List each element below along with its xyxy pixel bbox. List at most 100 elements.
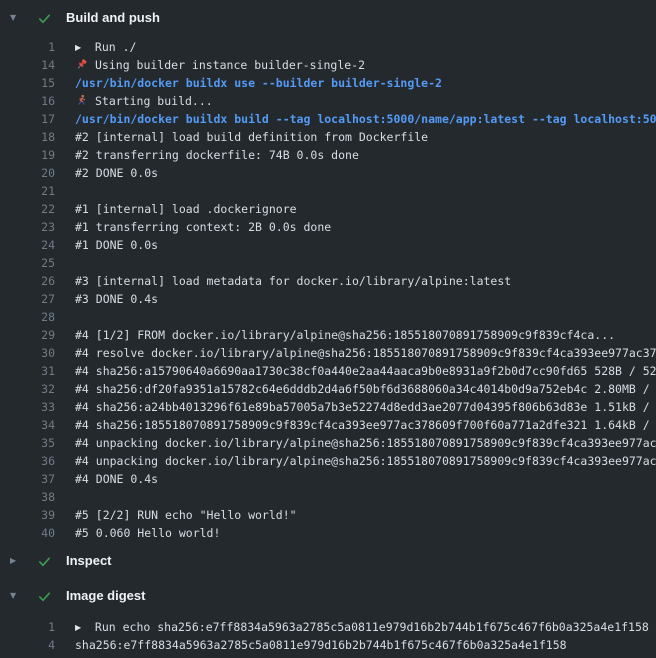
check-icon (37, 11, 52, 26)
log-line: 23 #1 transferring context: 2B 0.0s done (0, 218, 656, 236)
log-line-number[interactable]: 37 (0, 470, 55, 488)
log-line-number[interactable]: 23 (0, 218, 55, 236)
log-line: 32#4 sha256:df20fa9351a15782c64e6dddb2d4… (0, 380, 656, 398)
log-line: 28 (0, 308, 656, 326)
log-line-number[interactable]: 30 (0, 344, 55, 362)
log-line-text: ▶ Run ./ (75, 38, 136, 56)
log-line: 1 ▶ Run echo sha256:e7ff8834a5963a2785c5a… (0, 618, 656, 636)
log-line-number[interactable]: 33 (0, 398, 55, 416)
runner-icon (75, 94, 88, 107)
play-icon[interactable]: ▶ (75, 39, 88, 56)
log-line: 21 (0, 182, 656, 200)
log-line-text: #3 DONE 0.4s (75, 290, 158, 308)
chevron-down-icon: ▼ (10, 587, 22, 605)
log-line: 37#4 DONE 0.4s (0, 470, 656, 488)
check-icon (37, 554, 52, 569)
log-line-number[interactable]: 38 (0, 488, 55, 506)
log-line: 40 #5 0.060 Hello world! (0, 524, 656, 542)
log-line-number[interactable]: 26 (0, 272, 55, 290)
log-line: 29 #4 [1/2] FROM docker.io/library/alpine… (0, 326, 656, 344)
log-line-number[interactable]: 25 (0, 254, 55, 272)
section-header-image-digest[interactable]: ▼ Image digest (0, 582, 656, 610)
log-line: 16 Starting build... (0, 92, 656, 110)
log-line-number[interactable]: 39 (0, 506, 55, 524)
log-line-text: Starting build... (75, 92, 213, 110)
log-line-number[interactable]: 16 (0, 92, 55, 110)
log-line-number[interactable]: 36 (0, 452, 55, 470)
log-line-text: #4 unpacking docker.io/library/alpine@sh… (75, 452, 656, 470)
log-line-number[interactable]: 27 (0, 290, 55, 308)
log-line-text: ▶ Run echo sha256:e7ff8834a5963a2785c5a0… (75, 618, 649, 636)
log-section-inspect: ▶ Inspect (0, 547, 656, 575)
check-icon (37, 589, 52, 604)
log-line-number[interactable]: 24 (0, 236, 55, 254)
log-line-text: #4 sha256:a24bb4013296f61e89ba57005a7b3e… (75, 398, 656, 416)
log-line-number[interactable]: 19 (0, 146, 55, 164)
log-line: 39 #5 [2/2] RUN echo "Hello world!" (0, 506, 656, 524)
section-header-build-and-push[interactable]: ▼ Build and push (0, 4, 656, 32)
log-section-build-and-push: ▼ Build and push 1 ▶ Run ./ 14 Using builde… (0, 4, 656, 542)
log-line-text: #4 sha256:185518070891758909c9f839cf4ca3… (75, 416, 656, 434)
log-line: 17/usr/bin/docker buildx build --tag loc… (0, 110, 656, 128)
chevron-down-icon: ▼ (10, 9, 22, 27)
log-section-image-digest: ▼ Image digest 1 ▶ Run echo sha256:e7ff883… (0, 582, 656, 654)
log-line: 31 #4 sha256:a15790640a6690aa1730c38cf0a4… (0, 362, 656, 380)
log-line-text: /usr/bin/docker buildx use --builder bui… (75, 74, 442, 92)
log-line: 18 #2 [internal] load build definition fr… (0, 128, 656, 146)
log-line-number[interactable]: 29 (0, 326, 55, 344)
log-line-text: #2 [internal] load build definition from… (75, 128, 428, 146)
log-line-number[interactable]: 32 (0, 380, 55, 398)
log-line-number[interactable]: 1 (0, 38, 55, 56)
log-line-text: #1 DONE 0.0s (75, 236, 158, 254)
section-label: Image digest (66, 587, 145, 605)
log-line: 27 #3 DONE 0.4s (0, 290, 656, 308)
pushpin-icon (75, 58, 88, 71)
log-line-number[interactable]: 40 (0, 524, 55, 542)
log-line: 22 #1 [internal] load .dockerignore (0, 200, 656, 218)
log-line-number[interactable]: 17 (0, 110, 55, 128)
log-line: 30 #4 resolve docker.io/library/alpine@sh… (0, 344, 656, 362)
log-line-text: #4 sha256:a15790640a6690aa1730c38cf0a440… (75, 362, 656, 380)
log-line: 33 #4 sha256:a24bb4013296f61e89ba57005a7b… (0, 398, 656, 416)
log-line-text: #2 DONE 0.0s (75, 164, 158, 182)
log-line-number[interactable]: 21 (0, 182, 55, 200)
log-line-text: #4 [1/2] FROM docker.io/library/alpine@s… (75, 326, 615, 344)
log-line-number[interactable]: 4 (0, 636, 55, 654)
log-line: 1 ▶ Run ./ (0, 38, 656, 56)
log-line-text: #5 [2/2] RUN echo "Hello world!" (75, 506, 297, 524)
log-line-text: sha256:e7ff8834a5963a2785c5a0811e979d16b… (75, 636, 567, 654)
log-line-number[interactable]: 31 (0, 362, 55, 380)
log-line-number[interactable]: 22 (0, 200, 55, 218)
log-line-text: Using builder instance builder-single-2 (75, 56, 365, 74)
log-line-number[interactable]: 34 (0, 416, 55, 434)
log-line-text: #1 transferring context: 2B 0.0s done (75, 218, 331, 236)
log-line-number[interactable]: 14 (0, 56, 55, 74)
log-line-number[interactable]: 1 (0, 618, 55, 636)
log-line-number[interactable]: 28 (0, 308, 55, 326)
log-line-number[interactable]: 20 (0, 164, 55, 182)
log-line-text: #2 transferring dockerfile: 74B 0.0s don… (75, 146, 359, 164)
log-line: 19 #2 transferring dockerfile: 74B 0.0s d… (0, 146, 656, 164)
section-lines-image-digest: 1 ▶ Run echo sha256:e7ff8834a5963a2785c5a… (0, 618, 656, 654)
play-icon[interactable]: ▶ (75, 619, 88, 636)
log-line: 20 #2 DONE 0.0s (0, 164, 656, 182)
log-line-number[interactable]: 15 (0, 74, 55, 92)
log-line-number[interactable]: 35 (0, 434, 55, 452)
log-line: 15/usr/bin/docker buildx use --builder b… (0, 74, 656, 92)
log-line-number[interactable]: 18 (0, 128, 55, 146)
actions-log-viewer: ▼ Build and push1▶ Run ./14 Using builde… (0, 0, 656, 658)
log-line: 4 sha256:e7ff8834a5963a2785c5a0811e979d16… (0, 636, 656, 654)
section-lines-build-and-push: 1 ▶ Run ./ 14 Using builder instance build… (0, 38, 656, 542)
log-line-text: #1 [internal] load .dockerignore (75, 200, 297, 218)
log-line: 34 #4 sha256:185518070891758909c9f839cf4c… (0, 416, 656, 434)
log-line-text: /usr/bin/docker buildx build --tag local… (75, 110, 656, 128)
log-line-text: #4 resolve docker.io/library/alpine@sha2… (75, 344, 656, 362)
log-line-text: #5 0.060 Hello world! (75, 524, 220, 542)
log-line: 38 (0, 488, 656, 506)
section-label: Build and push (66, 9, 160, 27)
log-line: 26 #3 [internal] load metadata for docker… (0, 272, 656, 290)
chevron-right-icon: ▶ (10, 552, 22, 570)
log-line-text: #3 [internal] load metadata for docker.i… (75, 272, 511, 290)
section-header-inspect[interactable]: ▶ Inspect (0, 547, 656, 575)
section-label: Inspect (66, 552, 112, 570)
